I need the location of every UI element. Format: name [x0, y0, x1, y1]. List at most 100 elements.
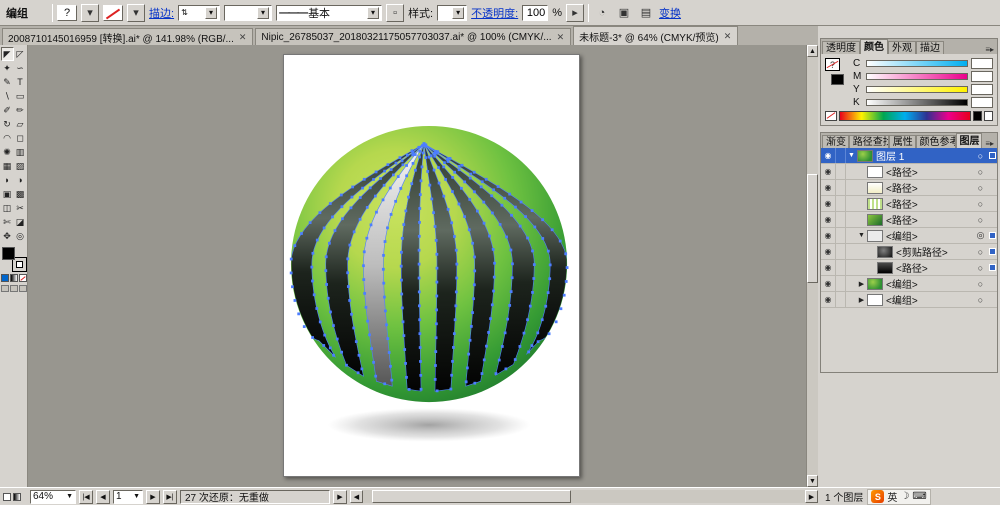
anchor-point[interactable]	[481, 180, 484, 183]
live-paint-selection-tool[interactable]: ▩	[14, 187, 27, 201]
anchor-point[interactable]	[453, 171, 456, 174]
anchor-point[interactable]	[548, 332, 551, 335]
live-paint-bucket-tool[interactable]: ▣	[1, 187, 14, 201]
anchor-point[interactable]	[503, 197, 506, 200]
anchor-point[interactable]	[418, 277, 421, 280]
lock-column[interactable]	[836, 164, 846, 179]
anchor-point[interactable]	[403, 348, 406, 351]
anchor-point[interactable]	[340, 351, 343, 354]
zoom-tool[interactable]: ◎	[14, 229, 27, 243]
anchor-point[interactable]	[383, 382, 386, 385]
anchor-point[interactable]	[418, 318, 421, 321]
visibility-eye-icon[interactable]: ◉	[821, 244, 836, 259]
color-proxy[interactable]: ?	[825, 58, 849, 92]
anchor-point[interactable]	[509, 249, 512, 252]
anchor-point[interactable]	[435, 336, 438, 339]
anchor-point[interactable]	[418, 304, 421, 307]
anchor-point[interactable]	[436, 389, 439, 392]
anchor-point[interactable]	[402, 223, 405, 226]
anchor-point[interactable]	[497, 185, 500, 188]
anchor-point[interactable]	[384, 240, 387, 243]
anchor-point[interactable]	[472, 297, 475, 300]
scroll-thumb[interactable]	[372, 490, 571, 503]
document-tab[interactable]: Nipic_26785037_20180321175057703037.ai* …	[255, 28, 571, 45]
first-page-button[interactable]: |◀	[79, 490, 93, 504]
fill-color-well[interactable]: ?	[57, 5, 77, 21]
anchor-point[interactable]	[366, 320, 369, 323]
flyout-arrow-icon[interactable]: ▸	[566, 4, 584, 22]
channel-value-field[interactable]	[971, 58, 993, 69]
selection-chip[interactable]	[987, 164, 997, 179]
close-icon[interactable]: ✕	[238, 32, 248, 43]
anchor-point[interactable]	[324, 269, 327, 272]
anchor-point[interactable]	[385, 323, 388, 326]
anchor-point[interactable]	[434, 350, 437, 353]
panel-menu-icon[interactable]: ≡▸	[982, 45, 997, 54]
anchor-point[interactable]	[461, 164, 464, 167]
selection-chip[interactable]	[987, 212, 997, 227]
anchor-point[interactable]	[493, 276, 496, 279]
recolor-artwork-icon[interactable]: ◔	[593, 4, 611, 22]
anchor-point[interactable]	[375, 211, 378, 214]
anchor-point[interactable]	[397, 175, 400, 178]
channel-value-field[interactable]	[971, 97, 993, 108]
anchor-point[interactable]	[446, 158, 449, 161]
anchor-point[interactable]	[492, 188, 495, 191]
anchor-point[interactable]	[375, 171, 378, 174]
anchor-point[interactable]	[410, 182, 413, 185]
channel-slider[interactable]	[866, 73, 968, 80]
anchor-point[interactable]	[514, 206, 517, 209]
anchor-point[interactable]	[519, 225, 522, 228]
anchor-point[interactable]	[453, 235, 456, 238]
scroll-up-button[interactable]: ▲	[807, 45, 818, 57]
anchor-point[interactable]	[490, 194, 493, 197]
anchor-point[interactable]	[434, 225, 437, 228]
anchor-point[interactable]	[476, 210, 479, 213]
lock-column[interactable]	[836, 196, 846, 211]
anchor-point[interactable]	[436, 150, 439, 153]
anchor-point[interactable]	[414, 153, 417, 156]
anchor-point[interactable]	[532, 277, 535, 280]
anchor-point[interactable]	[524, 215, 527, 218]
anchor-point[interactable]	[487, 331, 490, 334]
anchor-point[interactable]	[493, 262, 496, 265]
anchor-point[interactable]	[418, 291, 421, 294]
lock-column[interactable]	[836, 148, 846, 163]
anchor-point[interactable]	[401, 237, 404, 240]
anchor-point[interactable]	[527, 351, 530, 354]
anchor-point[interactable]	[526, 318, 529, 321]
none-button[interactable]	[19, 274, 27, 282]
anchor-point[interactable]	[419, 360, 422, 363]
anchor-point[interactable]	[366, 206, 369, 209]
slice-tool[interactable]: ✂	[14, 201, 27, 215]
anchor-point[interactable]	[533, 226, 536, 229]
close-icon[interactable]: ✕	[556, 32, 566, 43]
anchor-point[interactable]	[480, 185, 483, 188]
anchor-point[interactable]	[360, 368, 363, 371]
pencil-tool[interactable]: ✏	[14, 103, 27, 117]
lock-column[interactable]	[836, 292, 846, 307]
anchor-point[interactable]	[506, 318, 509, 321]
anchor-point[interactable]	[334, 229, 337, 232]
free-transform-tool[interactable]: ◻	[14, 131, 27, 145]
anchor-point[interactable]	[458, 168, 461, 171]
anchor-point[interactable]	[447, 160, 450, 163]
anchor-point[interactable]	[466, 367, 469, 370]
style-select[interactable]: ▾	[437, 5, 467, 21]
layer-thumbnail[interactable]	[867, 182, 883, 194]
anchor-point[interactable]	[383, 184, 386, 187]
line-segment-tool[interactable]: ∖	[1, 89, 14, 103]
mesh-tool[interactable]: ▦	[1, 159, 14, 173]
anchor-point[interactable]	[471, 242, 474, 245]
paintbrush-tool[interactable]: ✐	[1, 103, 14, 117]
anchor-point[interactable]	[348, 244, 351, 247]
anchor-point[interactable]	[458, 165, 461, 168]
opacity-input[interactable]	[522, 5, 548, 21]
language-indicator[interactable]: 英	[887, 489, 897, 504]
panel-tab-透明度[interactable]: 透明度	[822, 41, 860, 54]
layer-thumbnail[interactable]	[867, 198, 883, 210]
anchor-point[interactable]	[417, 146, 420, 149]
type-tool[interactable]: T	[14, 75, 27, 89]
scroll-track[interactable]	[363, 490, 805, 503]
anchor-point[interactable]	[382, 198, 385, 201]
